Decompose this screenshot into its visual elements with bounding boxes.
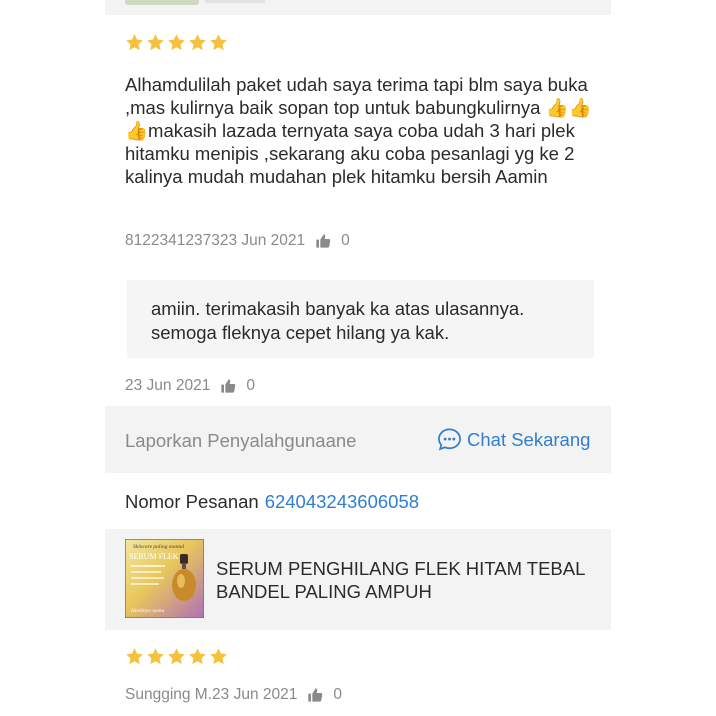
chat-now-label: Chat Sekarang <box>467 428 591 450</box>
reply-date: 23 Jun 2021 <box>125 377 211 394</box>
previous-product-thumbnail <box>125 0 199 5</box>
star-icon <box>209 33 228 52</box>
chat-now-button[interactable]: Chat Sekarang <box>437 427 590 452</box>
star-icon <box>167 33 186 52</box>
like-count: 0 <box>341 232 350 249</box>
like-button[interactable]: 0 <box>315 232 350 250</box>
product-image: Skincare paling mantul SERUM FLEK Hasiln… <box>125 539 204 618</box>
star-icon <box>209 647 228 666</box>
star-icon <box>146 33 165 52</box>
svg-text:Skincare paling mantul: Skincare paling mantul <box>133 544 185 550</box>
thumbs-up-icon <box>220 378 236 394</box>
star-icon <box>188 647 207 666</box>
svg-text:Hasilnya nyata: Hasilnya nyata <box>130 608 165 614</box>
previous-product-text-fragment <box>205 0 265 3</box>
previous-product-strip <box>105 0 611 15</box>
review2-meta: Sungging M.23 Jun 2021 0 <box>125 686 342 704</box>
reply-meta: 23 Jun 2021 0 <box>125 377 255 395</box>
review-text: Alhamdulilah paket udah saya terima tapi… <box>125 74 592 187</box>
action-bar: Laporkan Penyalahgunaane Chat Sekarang <box>105 406 611 473</box>
review2-author-date: Sungging M.23 Jun 2021 <box>125 686 298 703</box>
review-author-date: 8122341237323 Jun 2021 <box>125 232 306 249</box>
report-abuse-link[interactable]: Laporkan Penyalahgunaane <box>125 430 356 452</box>
star-icon <box>146 647 165 666</box>
star-icon <box>125 33 144 52</box>
star-icon <box>167 647 186 666</box>
thumbs-up-icon <box>307 687 323 703</box>
order-number-label: Nomor Pesanan <box>125 491 259 512</box>
product-card[interactable]: Skincare paling mantul SERUM FLEK Hasiln… <box>105 529 611 630</box>
reply-like-button[interactable]: 0 <box>220 377 255 395</box>
review2-like-count: 0 <box>333 686 342 703</box>
review-rating-stars <box>125 33 228 55</box>
review2-rating-stars <box>125 647 228 669</box>
review-list: Alhamdulilah paket udah saya terima tapi… <box>105 0 611 716</box>
reply-like-count: 0 <box>246 377 255 394</box>
star-icon <box>125 647 144 666</box>
order-number-row: Nomor Pesanan 624043243606058 <box>125 491 419 513</box>
star-icon <box>188 33 207 52</box>
svg-text:SERUM FLEK: SERUM FLEK <box>129 552 179 561</box>
seller-reply-text: amiin. terimakasih banyak ka atas ulasan… <box>151 298 525 343</box>
seller-reply: amiin. terimakasih banyak ka atas ulasan… <box>127 280 594 358</box>
review-meta: 8122341237323 Jun 2021 0 <box>125 232 350 250</box>
order-number-link[interactable]: 624043243606058 <box>265 491 419 512</box>
chat-bubble-icon <box>438 428 461 451</box>
product-name: SERUM PENGHILANG FLEK HITAM TEBAL BANDEL… <box>216 558 585 602</box>
thumbs-up-icon <box>315 233 331 249</box>
review2-like-button[interactable]: 0 <box>307 686 342 704</box>
